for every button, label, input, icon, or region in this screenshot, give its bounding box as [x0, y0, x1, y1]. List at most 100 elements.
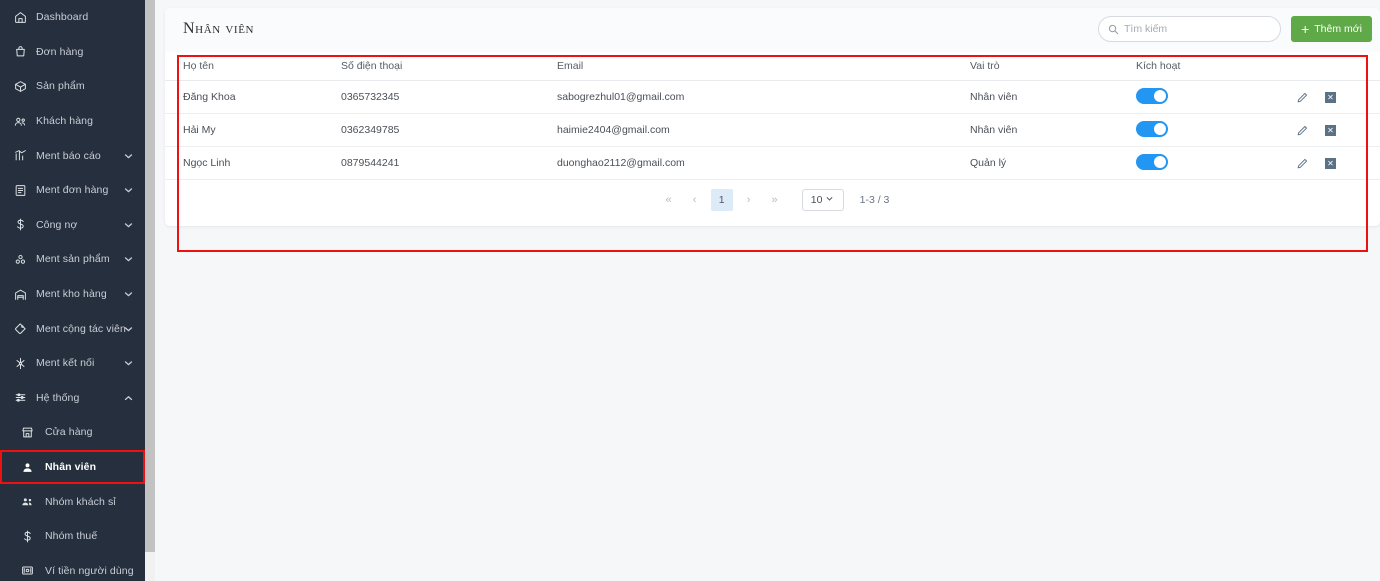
sidebar-item-label: Đơn hàng — [36, 45, 84, 58]
cubes-icon — [10, 251, 30, 267]
cell-active — [1136, 113, 1296, 147]
delete-icon[interactable]: ✕ — [1325, 157, 1336, 169]
sidebar-item-8[interactable]: Ment kho hàng — [0, 277, 145, 312]
active-toggle[interactable] — [1136, 87, 1168, 104]
sidebar-item-4[interactable]: Ment báo cáo — [0, 138, 145, 173]
store-icon — [17, 424, 37, 440]
pagination-first[interactable]: « — [656, 189, 682, 211]
sidebar-item-1[interactable]: Đơn hàng — [0, 35, 145, 70]
row-actions: ✕ — [1296, 124, 1380, 137]
edit-icon[interactable] — [1296, 91, 1309, 104]
table-row[interactable]: Đăng Khoa 0365732345 sabogrezhul01@gmail.c… — [165, 80, 1380, 114]
chevron-down-icon[interactable] — [124, 255, 133, 264]
sidebar-item-label: Nhóm khách sỉ — [45, 495, 116, 508]
sidebar-item-3[interactable]: Khách hàng — [0, 104, 145, 139]
column-header-email: Email — [557, 52, 970, 81]
cell-tools: ✕ — [1296, 80, 1380, 114]
pagination-next[interactable]: › — [736, 189, 762, 211]
column-header-tools — [1296, 52, 1380, 81]
sidebar-item-16[interactable]: Ví tiền người dùng — [0, 554, 145, 581]
edit-icon[interactable] — [1296, 157, 1309, 170]
user-icon — [17, 459, 37, 475]
people-icon — [10, 113, 30, 129]
chevron-down-icon[interactable] — [124, 359, 133, 368]
sliders-icon — [10, 390, 30, 406]
cell-active — [1136, 146, 1296, 180]
chart-icon — [10, 148, 30, 164]
column-header-phone: Số điện thoại — [341, 52, 557, 81]
sidebar-item-12[interactable]: Cửa hàng — [0, 415, 145, 450]
table-head: Họ tên Số điện thoại Email Vai trò Kích … — [165, 52, 1380, 81]
cell-email: haimie2404@gmail.com — [557, 113, 970, 147]
table-row[interactable]: Ngọc Linh 0879544241 duonghao2112@gmail.co… — [165, 146, 1380, 180]
cell-tools: ✕ — [1296, 113, 1380, 147]
chevron-up-icon[interactable] — [124, 393, 133, 402]
cell-name: Đăng Khoa — [165, 80, 341, 114]
sidebar: Dashboard Đơn hàng Sản phẩm Khách hàng Ment … — [0, 0, 145, 581]
sidebar-item-5[interactable]: Ment đơn hàng — [0, 173, 145, 208]
chevron-down-icon[interactable] — [124, 324, 133, 333]
sidebar-item-15[interactable]: Nhóm thuế — [0, 519, 145, 554]
sidebar-item-13[interactable]: Nhân viên — [0, 449, 145, 485]
sidebar-item-7[interactable]: Ment sản phẩm — [0, 242, 145, 277]
cell-active — [1136, 80, 1296, 114]
edit-icon[interactable] — [1296, 124, 1309, 137]
plus-icon: + — [1301, 21, 1310, 37]
column-header-name: Họ tên — [165, 52, 341, 81]
cell-name: Hải My — [165, 113, 341, 147]
page-title: Nhân viên — [183, 20, 255, 37]
add-new-button[interactable]: + Thêm mới — [1291, 16, 1372, 42]
chevron-down-icon[interactable] — [124, 220, 133, 229]
chevron-down-icon[interactable] — [124, 290, 133, 299]
chevron-down-icon[interactable] — [124, 186, 133, 195]
sidebar-item-6[interactable]: Công nợ — [0, 208, 145, 243]
sidebar-item-label: Ment đơn hàng — [36, 184, 109, 197]
pagination-last[interactable]: » — [762, 189, 788, 211]
search-input[interactable] — [1124, 23, 1280, 35]
sidebar-item-10[interactable]: Ment kết nối — [0, 346, 145, 381]
group-icon — [17, 494, 37, 510]
sidebar-item-14[interactable]: Nhóm khách sỉ — [0, 484, 145, 519]
table-body: Đăng Khoa 0365732345 sabogrezhul01@gmail.c… — [165, 80, 1380, 180]
sidebar-item-9[interactable]: Ment cộng tác viên — [0, 311, 145, 346]
add-new-label: Thêm mới — [1314, 23, 1362, 35]
employee-table: Họ tên Số điện thoại Email Vai trò Kích … — [165, 52, 1380, 180]
cell-role: Quản lý — [970, 146, 1136, 180]
pagination-prev[interactable]: ‹ — [682, 189, 708, 211]
sidebar-scrollbar-thumb[interactable] — [145, 0, 155, 552]
warehouse-icon — [10, 286, 30, 302]
sidebar-item-label: Sản phẩm — [36, 80, 85, 93]
sidebar-item-label: Ví tiền người dùng — [45, 564, 134, 577]
sidebar-item-label: Dashboard — [36, 11, 89, 24]
cell-tools: ✕ — [1296, 146, 1380, 180]
cell-role: Nhân viên — [970, 113, 1136, 147]
cell-email: sabogrezhul01@gmail.com — [557, 80, 970, 114]
wallet-icon — [17, 563, 37, 579]
delete-icon[interactable]: ✕ — [1325, 91, 1336, 103]
chevron-down-icon[interactable] — [124, 151, 133, 160]
active-toggle[interactable] — [1136, 120, 1168, 137]
toggle-knob — [1154, 155, 1166, 168]
bag-icon — [10, 44, 30, 60]
dollar-icon — [10, 217, 30, 233]
sidebar-item-label: Ment cộng tác viên — [36, 322, 126, 335]
search-box[interactable] — [1098, 16, 1281, 42]
table-row[interactable]: Hải My 0362349785 haimie2404@gmail.com Nhân… — [165, 113, 1380, 147]
sidebar-item-2[interactable]: Sản phẩm — [0, 69, 145, 104]
card-header: Nhân viên + Thêm mới — [165, 8, 1380, 52]
sidebar-item-label: Ment sản phẩm — [36, 253, 110, 266]
page-size-select[interactable]: 10 — [801, 189, 844, 211]
search-icon — [1108, 24, 1119, 35]
row-actions: ✕ — [1296, 157, 1380, 170]
sidebar-item-0[interactable]: Dashboard — [0, 0, 145, 35]
sidebar-item-11[interactable]: Hệ thống — [0, 381, 145, 416]
sidebar-item-label: Ment báo cáo — [36, 149, 101, 162]
cell-role: Nhân viên — [970, 80, 1136, 114]
pagination-page-1[interactable]: 1 — [710, 189, 733, 211]
delete-icon[interactable]: ✕ — [1325, 124, 1336, 136]
box-icon — [10, 78, 30, 94]
sidebar-item-label: Cửa hàng — [45, 426, 93, 439]
active-toggle[interactable] — [1136, 153, 1168, 170]
employee-card: Nhân viên + Thêm mới Họ tên Số điện thoạ… — [165, 8, 1380, 226]
dollar-icon — [17, 528, 37, 544]
